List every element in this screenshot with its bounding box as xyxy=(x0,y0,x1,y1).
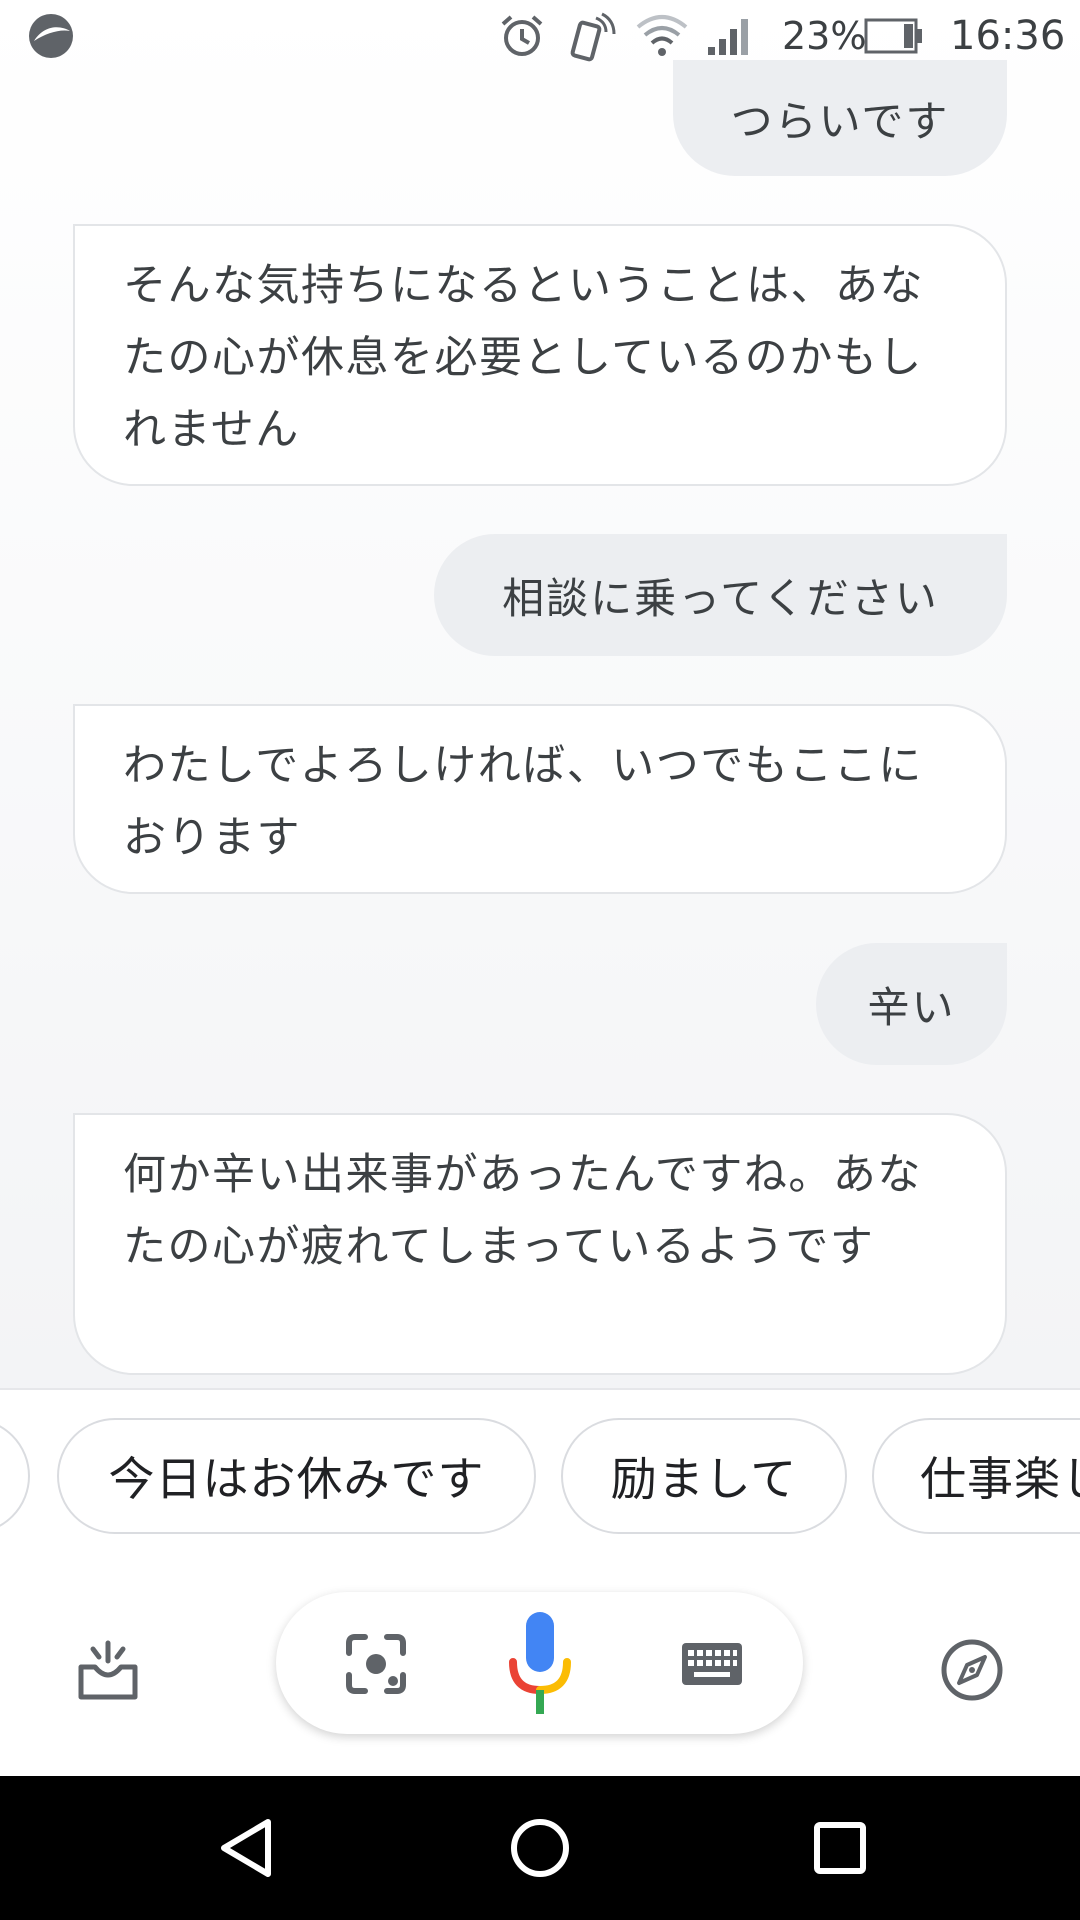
suggestion-chip-partial[interactable] xyxy=(0,1418,30,1534)
explore-compass-icon[interactable] xyxy=(934,1632,1010,1708)
recents-icon[interactable] xyxy=(802,1810,878,1886)
keyboard-icon[interactable] xyxy=(672,1624,752,1704)
user-message: 辛い xyxy=(816,943,1007,1065)
assistant-message: わたしでよろしければ、いつでもここにおります xyxy=(73,704,1007,894)
back-icon[interactable] xyxy=(208,1810,284,1886)
assistant-message: そんな気持ちになるということは、あなたの心が休息を必要としているのかもしれません xyxy=(73,224,1007,486)
app-logo-icon xyxy=(26,0,76,72)
vibrate-icon xyxy=(566,0,618,72)
assistant-message: 何か辛い出来事があったんですね。あなたの心が疲れてしまっているようです xyxy=(73,1113,1007,1375)
suggestion-chip[interactable]: 仕事楽し xyxy=(872,1418,1080,1534)
suggestion-chip[interactable]: 励まして xyxy=(561,1418,847,1534)
home-icon[interactable] xyxy=(502,1810,578,1886)
assistant-action-pill xyxy=(276,1592,803,1734)
user-message: つらいです xyxy=(673,60,1007,176)
alarm-icon xyxy=(498,0,546,72)
suggestion-chip[interactable]: 今日はお休みです xyxy=(57,1418,536,1534)
suggestion-chips: 今日はお休みです 励まして 仕事楽し xyxy=(0,1390,1080,1540)
navigation-bar xyxy=(0,1776,1080,1920)
lens-icon[interactable] xyxy=(336,1624,416,1704)
updates-tray-icon[interactable] xyxy=(70,1632,146,1708)
input-bar xyxy=(0,1540,1080,1776)
user-message: 相談に乗ってください xyxy=(434,534,1007,656)
microphone-icon[interactable] xyxy=(500,1608,580,1720)
